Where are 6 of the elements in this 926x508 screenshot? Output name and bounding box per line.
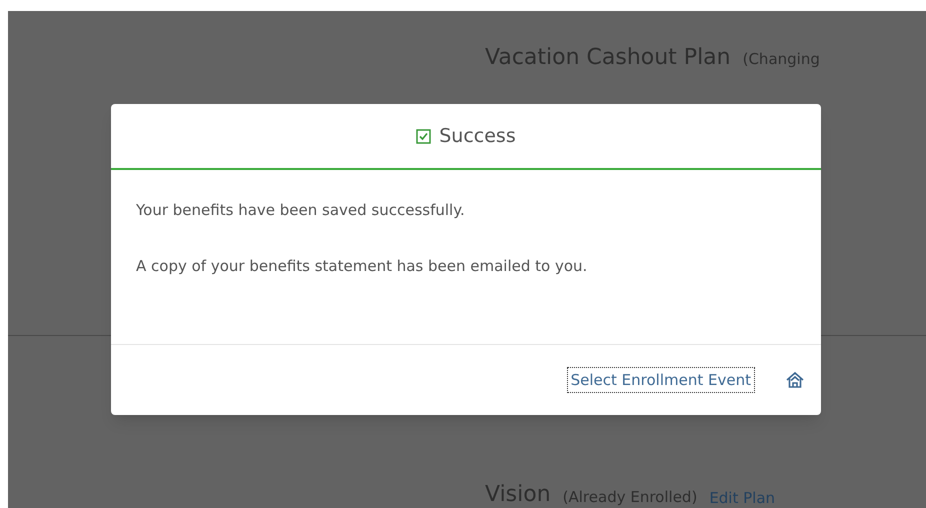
select-enrollment-event-link[interactable]: Select Enrollment Event [566,366,755,394]
checkbox-check-icon [416,128,432,144]
home-icon[interactable] [785,371,805,389]
dialog-message: Your benefits have been saved successfully. [136,200,466,220]
dialog-title: Success [439,124,516,149]
dialog-message: A copy of your benefits statement has been emailed to you. [136,256,588,276]
